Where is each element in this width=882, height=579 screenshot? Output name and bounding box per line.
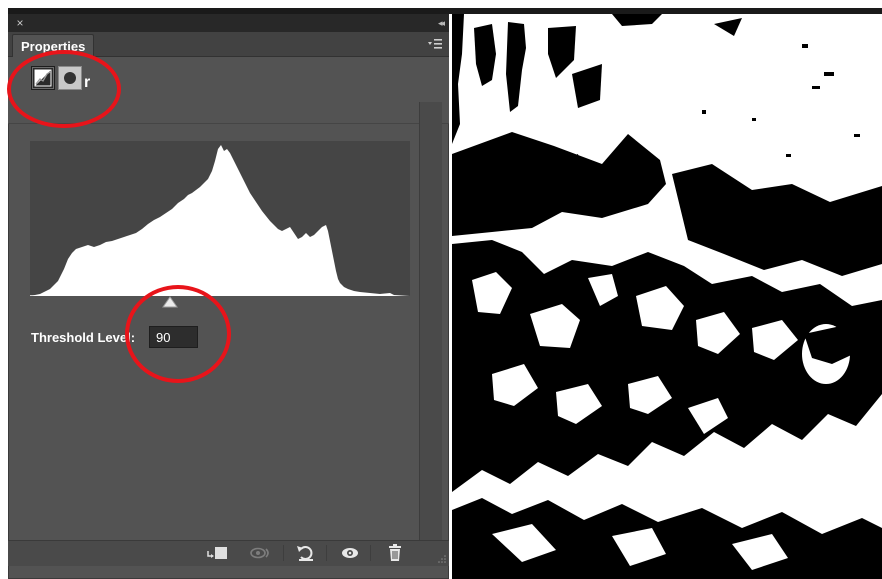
panel-title-fragment: r: [84, 74, 91, 91]
threshold-glyph-icon: [34, 69, 52, 87]
layer-mask-icon[interactable]: [58, 66, 82, 90]
threshold-level-input[interactable]: [149, 326, 198, 348]
visibility-eye-icon[interactable]: [338, 543, 362, 563]
panel-bottom-bar: [8, 540, 449, 566]
panel-scrollbar[interactable]: [419, 102, 442, 540]
panel-tabbar: Properties: [8, 32, 449, 58]
histogram-graph: [30, 145, 410, 296]
threshold-adjustment-icon[interactable]: [31, 66, 55, 90]
reset-icon[interactable]: [294, 543, 318, 563]
trash-icon[interactable]: [383, 543, 407, 563]
threshold-image: [452, 14, 882, 579]
close-icon[interactable]: ×: [13, 14, 27, 32]
threshold-level-label: Threshold Level:: [31, 330, 136, 345]
view-previous-state-icon[interactable]: [248, 543, 274, 563]
collapse-icon[interactable]: ◂◂: [438, 14, 445, 32]
threshold-slider-handle[interactable]: [162, 296, 178, 308]
panel-menu-icon[interactable]: [427, 37, 443, 51]
panel-titlebar: × ◂◂: [8, 14, 449, 32]
screenshot: × ◂◂ Properties r Threshold Level: 90: [0, 0, 882, 579]
properties-panel: × ◂◂ Properties: [8, 14, 449, 579]
threshold-photo-graffiti: [452, 14, 882, 579]
clip-to-layer-icon[interactable]: [204, 543, 230, 563]
bottom-separator: [326, 545, 327, 561]
tab-properties[interactable]: Properties: [12, 34, 95, 58]
resize-grip-icon[interactable]: [437, 554, 447, 564]
bottom-separator: [283, 545, 284, 561]
bottom-separator: [370, 545, 371, 561]
